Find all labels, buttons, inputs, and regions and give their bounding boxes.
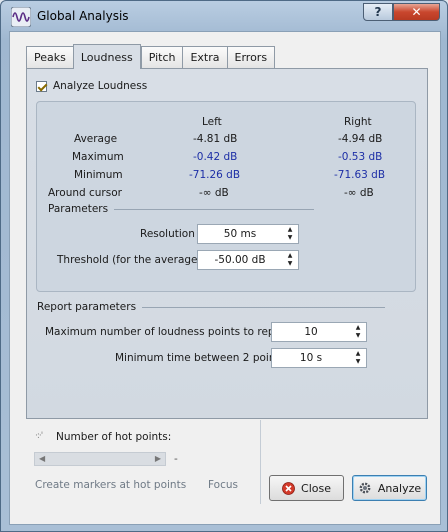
threshold-stepper[interactable]: ▲ ▼ — [283, 252, 297, 268]
spin-down-icon[interactable]: ▼ — [351, 358, 365, 366]
analyze-loudness-checkbox[interactable]: Analyze Loudness — [36, 80, 147, 92]
maximum-right-value: -0.53 dB — [338, 151, 383, 163]
spin-down-icon[interactable]: ▼ — [351, 332, 365, 340]
close-button-label: Close — [301, 481, 331, 495]
vertical-divider — [260, 420, 261, 504]
window-close-button[interactable]: ✕ — [393, 3, 440, 21]
max-points-stepper[interactable]: ▲ ▼ — [351, 324, 365, 340]
waveform-icon — [11, 7, 31, 27]
resolution-value[interactable]: 50 ms — [198, 225, 282, 243]
parameters-section-header: Parameters — [48, 203, 315, 215]
min-time-value[interactable]: 10 s — [272, 349, 350, 367]
resolution-label: Resolution — [140, 228, 195, 240]
analyze-loudness-label: Analyze Loudness — [53, 80, 148, 92]
min-time-label: Minimum time between 2 points — [115, 352, 286, 364]
threshold-spinbox[interactable]: -50.00 dB ▲ ▼ — [197, 250, 299, 270]
max-points-spinbox[interactable]: 10 ▲ ▼ — [271, 322, 367, 342]
column-header-left: Left — [202, 116, 222, 128]
row-label-maximum: Maximum — [72, 151, 124, 163]
maximum-left-value: -0.42 dB — [193, 151, 238, 163]
checkbox-checked-icon[interactable] — [36, 80, 47, 92]
resolution-stepper[interactable]: ▲ ▼ — [283, 226, 297, 242]
hot-points-icon: ·:·' — [35, 431, 43, 441]
max-points-value[interactable]: 10 — [272, 323, 350, 341]
focus-button[interactable]: Focus — [208, 479, 238, 491]
parameters-divider — [114, 208, 315, 210]
average-right-value: -4.94 dB — [338, 133, 383, 145]
hot-points-slider[interactable]: ◀ ▶ — [34, 452, 166, 466]
max-points-label: Maximum number of loudness points to rep… — [45, 326, 290, 338]
tab-loudness[interactable]: Loudness — [72, 44, 141, 69]
spin-up-icon[interactable]: ▲ — [283, 226, 297, 234]
min-time-spinbox[interactable]: 10 s ▲ ▼ — [271, 348, 367, 368]
min-time-stepper[interactable]: ▲ ▼ — [351, 350, 365, 366]
spin-down-icon[interactable]: ▼ — [283, 260, 297, 268]
close-button[interactable]: Close — [269, 475, 344, 501]
analyze-button[interactable]: Analyze — [352, 475, 427, 501]
gear-icon — [359, 482, 371, 494]
minimum-left-value: -71.26 dB — [189, 169, 241, 181]
parameters-title: Parameters — [48, 203, 109, 215]
resolution-spinbox[interactable]: 50 ms ▲ ▼ — [197, 224, 299, 244]
tab-extra[interactable]: Extra — [182, 46, 227, 68]
analyze-button-label: Analyze — [377, 481, 422, 495]
spin-up-icon[interactable]: ▲ — [283, 252, 297, 260]
spin-down-icon[interactable]: ▼ — [283, 234, 297, 242]
hot-points-label: Number of hot points: — [56, 431, 172, 443]
column-header-right: Right — [344, 116, 372, 128]
slider-left-arrow-icon[interactable]: ◀ — [39, 454, 45, 463]
tab-pitch[interactable]: Pitch — [140, 46, 183, 68]
help-button[interactable]: ? — [363, 3, 393, 21]
tab-errors[interactable]: Errors — [226, 46, 276, 68]
spin-up-icon[interactable]: ▲ — [351, 324, 365, 332]
threshold-value[interactable]: -50.00 dB — [198, 251, 282, 269]
spin-up-icon[interactable]: ▲ — [351, 350, 365, 358]
threshold-label: Threshold (for the average) — [57, 254, 202, 266]
slider-right-arrow-icon[interactable]: ▶ — [155, 454, 161, 463]
around-cursor-left-value: -∞ dB — [199, 187, 229, 199]
minimum-right-value: -71.63 dB — [334, 169, 386, 181]
around-cursor-right-value: -∞ dB — [344, 187, 374, 199]
row-label-minimum: Minimum — [74, 169, 123, 181]
average-left-value: -4.81 dB — [193, 133, 238, 145]
report-divider — [142, 306, 386, 308]
tab-peaks[interactable]: Peaks — [26, 46, 73, 68]
row-label-around-cursor: Around cursor — [48, 187, 122, 199]
row-label-average: Average — [74, 133, 118, 145]
report-section-header: Report parameters — [37, 301, 386, 313]
title-bar[interactable]: Global Analysis ? ✕ — [1, 1, 447, 31]
create-markers-button[interactable]: Create markers at hot points — [35, 479, 186, 491]
window-title: Global Analysis — [37, 9, 129, 23]
report-title: Report parameters — [37, 301, 137, 313]
close-circle-icon — [282, 481, 295, 495]
hot-points-value: - — [174, 453, 178, 465]
tab-bar: Peaks Loudness Pitch Extra Errors — [26, 44, 276, 69]
